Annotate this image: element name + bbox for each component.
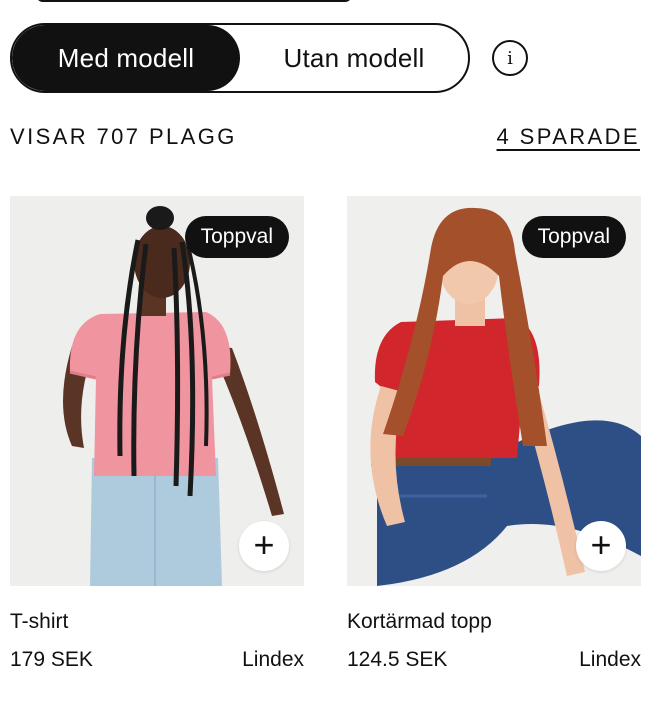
toggle-option-with-model[interactable]: Med modell: [12, 25, 240, 91]
top-pick-badge: Toppval: [184, 216, 289, 258]
info-icon: i: [507, 47, 513, 69]
result-count: VISAR 707 PLAGG: [10, 124, 237, 149]
product-image[interactable]: Toppval +: [347, 196, 641, 586]
product-card[interactable]: Toppval + T-shirt 179 SEK Lindex: [10, 196, 304, 672]
add-to-list-button[interactable]: +: [239, 521, 289, 571]
info-button[interactable]: i: [492, 40, 528, 76]
top-pick-badge: Toppval: [521, 216, 626, 258]
plus-icon: +: [590, 523, 612, 565]
product-name[interactable]: Kortärmad topp: [347, 610, 641, 634]
saved-items-link[interactable]: 4 SPARADE: [497, 124, 640, 150]
product-meta: 179 SEK Lindex: [10, 648, 304, 672]
product-brand: Lindex: [579, 648, 641, 671]
toggle-option-without-model[interactable]: Utan modell: [240, 25, 468, 91]
product-name[interactable]: T-shirt: [10, 610, 304, 634]
model-view-toggle[interactable]: Med modell Utan modell: [10, 23, 470, 93]
top-scroll-indicator: [36, 0, 352, 2]
product-card[interactable]: Toppval + Kortärmad topp 124.5 SEK Linde…: [347, 196, 641, 672]
product-meta: 124.5 SEK Lindex: [347, 648, 641, 672]
plus-icon: +: [253, 523, 275, 565]
product-brand: Lindex: [242, 648, 304, 671]
product-image[interactable]: Toppval +: [10, 196, 304, 586]
add-to-list-button[interactable]: +: [576, 521, 626, 571]
product-price: 179 SEK: [10, 648, 93, 671]
product-price: 124.5 SEK: [347, 648, 448, 671]
